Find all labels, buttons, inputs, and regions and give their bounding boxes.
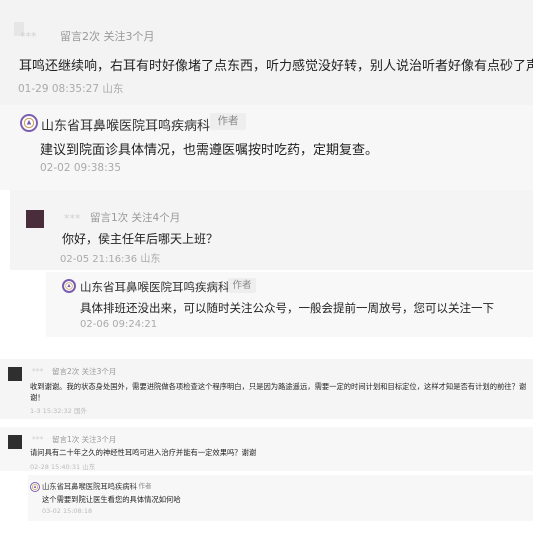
commenter-stats: 留言2次 关注3个月 (60, 30, 155, 43)
comment-time: 01-29 08:35:27 山东 (18, 83, 124, 95)
comment-panel-3: *** 留言2次 关注3个月 收到谢谢。我的状态身处国外，需要进院做各项检查这个… (0, 347, 533, 533)
comment-time: 02-28 15:40:31 山东 (30, 463, 96, 471)
commenter-stats: 留言2次 关注3个月 (52, 367, 117, 376)
comment-time: 02-05 21:16:36 山东 (60, 254, 161, 265)
comment-panel-2: *** 留言1次 关注4个月 你好，侯主任年后哪天上班？ 02-05 21:16… (0, 190, 533, 347)
comment-text: 请问具有二十年之久的神经性耳鸣可进入治疗并能有一定效果吗？谢谢 (30, 448, 257, 457)
hospital-logo-icon (62, 279, 76, 293)
reply-hospital-name[interactable]: 山东省耳鼻喉医院耳鸣疾病科 (42, 482, 137, 492)
author-badge: 作者 (228, 278, 256, 293)
reply-text: 这个需要到院让医生看您的具体情况如何哈 (42, 495, 181, 504)
reply-time: 03-02 15:08:18 (42, 507, 93, 515)
commenter-name: *** (64, 212, 81, 225)
comment-text: 你好，侯主任年后哪天上班？ (62, 232, 219, 246)
comment-text: 收到谢谢。我的状态身处国外，需要进院做各项检查这个程序明白，只是因为路途遥远，需… (30, 382, 527, 391)
avatar[interactable] (8, 435, 22, 449)
commenter-stats: 留言1次 关注3个月 (52, 435, 117, 444)
commenter-name: *** (32, 435, 44, 444)
commenter-name: *** (20, 30, 37, 43)
author-badge: 作者 (210, 113, 246, 130)
avatar[interactable] (8, 367, 22, 381)
reply-hospital-name[interactable]: 山东省耳鼻喉医院耳鸣疾病科 (41, 115, 210, 134)
hospital-logo-icon (20, 114, 38, 132)
reply-text: 具体排班还没出来，可以随时关注公众号，一般会提前一周放号，您可以关注一下 (80, 301, 494, 315)
comment-time: 1-3 15:32:32 国外 (30, 407, 87, 415)
avatar[interactable] (26, 210, 44, 228)
comment-panel-1: *** 留言2次 关注3个月 耳鸣还继续响，右耳有时好像堵了点东西，听力感觉没好… (0, 0, 533, 190)
comment-text-continued: 谢！ (30, 393, 45, 402)
hospital-logo-icon (30, 482, 40, 492)
comment-text: 耳鸣还继续响，右耳有时好像堵了点东西，听力感觉没好转，别人说治听者好像有点砂了声… (19, 59, 533, 74)
author-badge: 作者 (138, 482, 152, 490)
reply-hospital-name[interactable]: 山东省耳鼻喉医院耳鸣疾病科 (80, 279, 230, 295)
commenter-name: *** (32, 367, 44, 376)
commenter-stats: 留言1次 关注4个月 (90, 212, 181, 224)
reply-time: 02-06 09:24:21 (80, 319, 158, 330)
reply-text: 建议到院面诊具体情况，也需遵医嘱按时吃药，定期复查。 (40, 143, 379, 158)
reply-time: 02-02 09:38:35 (40, 162, 122, 174)
